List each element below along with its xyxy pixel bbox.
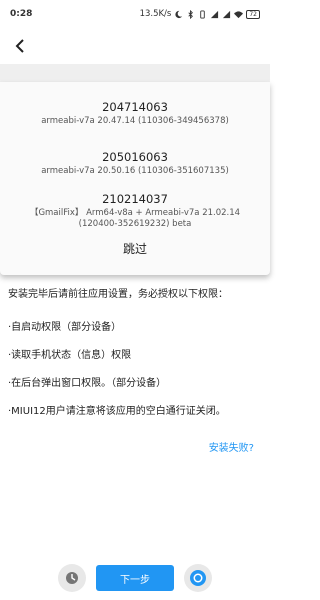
status-icons: 13.5K/s 72 (140, 9, 260, 19)
vibrate-icon (198, 9, 207, 19)
browser-button[interactable] (184, 564, 212, 592)
version-option-3[interactable]: 210214037 【GmailFix】 Arm64-v8a + Armeabi… (0, 192, 270, 230)
skip-button[interactable]: 跳过 (0, 240, 270, 257)
signal-icon (210, 10, 219, 19)
version-desc-line2: (120400-352619232) beta (78, 219, 192, 229)
signal-icon-2 (222, 10, 231, 19)
version-desc: armeabi-v7a 20.50.16 (110306-351607135) (41, 166, 229, 176)
instruction-item: ·MIUI12用户请注意将该应用的空白通行证关闭。 (8, 406, 226, 417)
network-speed: 13.5K/s (139, 9, 172, 19)
bluetooth-icon (186, 9, 195, 19)
version-code: 204714063 (102, 100, 168, 114)
moon-icon (174, 10, 183, 19)
back-button[interactable] (10, 36, 30, 56)
status-time: 0:28 (10, 9, 33, 19)
version-option-1[interactable]: 204714063 armeabi-v7a 20.47.14 (110306-3… (0, 100, 270, 127)
version-desc: armeabi-v7a 20.47.14 (110306-349456378) (41, 116, 229, 126)
instruction-item: ·读取手机状态（信息）权限 (8, 350, 132, 361)
top-bar (0, 28, 270, 64)
battery-indicator: 72 (246, 9, 260, 19)
version-code: 210214037 (102, 192, 168, 206)
history-button[interactable] (58, 564, 86, 592)
version-popup: 204714063 armeabi-v7a 20.47.14 (110306-3… (0, 82, 270, 275)
back-arrow-icon (15, 39, 24, 53)
next-button[interactable]: 下一步 (96, 565, 174, 591)
install-failed-link[interactable]: 安装失败? (209, 439, 254, 454)
history-icon (66, 572, 78, 584)
bottom-bar: 下一步 (0, 560, 270, 600)
instructions-intro: 安装完毕后请前往应用设置，务必授权以下权限： (8, 289, 228, 300)
instruction-item: ·自启动权限（部分设备） (8, 322, 122, 333)
version-option-2[interactable]: 205016063 armeabi-v7a 20.50.16 (110306-3… (0, 150, 270, 177)
dimmed-background (0, 64, 270, 82)
browser-icon (190, 570, 206, 586)
version-desc: 【GmailFix】 Arm64-v8a + Armeabi-v7a 21.02… (29, 208, 241, 218)
status-bar: 0:28 13.5K/s 72 (0, 0, 270, 28)
wifi-icon (234, 10, 244, 19)
version-code: 205016063 (102, 150, 168, 164)
instruction-item: ·在后台弹出窗口权限。（部分设备） (8, 378, 167, 389)
